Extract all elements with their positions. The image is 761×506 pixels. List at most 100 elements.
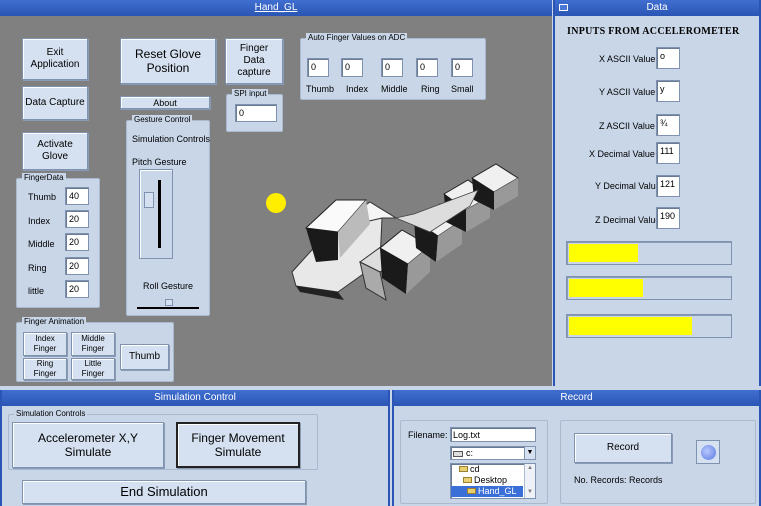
index-finger-button[interactable]: Index Finger [23, 332, 67, 356]
record-titlebar[interactable]: Record [394, 390, 759, 406]
finger-movement-simulate-button[interactable]: Finger Movement Simulate [176, 422, 300, 468]
auto-ring-label: Ring [421, 84, 440, 94]
thumb-button[interactable]: Thumb [120, 344, 169, 370]
finger-animation-group: Finger Animation Index Finger Middle Fin… [16, 317, 174, 382]
folder-open-icon [467, 488, 476, 494]
fd-ring-field[interactable]: 20 [65, 257, 89, 275]
finger-data-capture-button[interactable]: Finger Data capture [225, 38, 283, 84]
x-decimal-field[interactable]: 111 [656, 142, 680, 164]
roll-gesture-slider[interactable] [135, 297, 201, 311]
auto-finger-values-group: Auto Finger Values on ADC 0 Thumb 0 Inde… [300, 33, 486, 100]
fd-middle-field[interactable]: 20 [65, 233, 89, 251]
drive-select[interactable]: c: ▼ [450, 446, 536, 460]
folder-list[interactable]: cd Desktop Hand_GL ▲ ▼ [450, 463, 536, 499]
record-title: Record [560, 392, 593, 403]
y-decimal-field[interactable]: 121 [656, 175, 680, 197]
roll-gesture-label: Roll Gesture [143, 281, 194, 291]
ring-finger-button[interactable]: Ring Finger [23, 358, 67, 380]
fd-thumb-label: Thumb [28, 192, 57, 202]
auto-index-field[interactable]: 0 [341, 58, 363, 77]
gesture-sim-label: Simulation Controls [132, 134, 211, 144]
finger-anim-legend: Finger Animation [22, 317, 87, 327]
scroll-up-icon[interactable]: ▲ [525, 464, 535, 472]
gesture-control-group: Gesture Control Simulation Controls Pitc… [126, 115, 211, 316]
about-button[interactable]: About [120, 96, 210, 109]
spi-input-field[interactable]: 0 [235, 104, 277, 122]
folder-item-hand-gl[interactable]: Hand_GL [451, 486, 523, 497]
x-decimal-label: X Decimal Value [589, 149, 655, 159]
auto-finger-legend: Auto Finger Values on ADC [306, 33, 408, 43]
drive-icon [453, 450, 463, 457]
folder-item-cd[interactable]: cd [451, 464, 535, 475]
fd-index-field[interactable]: 20 [65, 210, 89, 228]
level-bar-x [566, 241, 732, 265]
pitch-slider-thumb[interactable] [144, 192, 154, 208]
roll-slider-thumb[interactable] [165, 299, 173, 306]
main-titlebar[interactable]: Hand_GL [0, 0, 552, 16]
auto-small-field[interactable]: 0 [451, 58, 473, 77]
fd-thumb-field[interactable]: 40 [65, 187, 89, 205]
window-icon [559, 4, 568, 11]
pitch-slider-track [158, 180, 161, 248]
accelerometer-simulate-button[interactable]: Accelerometer X,Y Simulate [12, 422, 164, 468]
fd-little-label: little [28, 286, 45, 296]
records-value: Records [629, 475, 663, 485]
middle-finger-button[interactable]: Middle Finger [71, 332, 115, 356]
record-indicator-light [696, 440, 720, 464]
z-ascii-field[interactable]: ¾ [656, 114, 680, 136]
filename-label: Filename: [408, 430, 448, 440]
folder-label-desktop: Desktop [474, 475, 508, 485]
record-button[interactable]: Record [574, 433, 672, 463]
roll-slider-track [137, 307, 199, 309]
finger-data-legend: FingerData [22, 173, 66, 183]
level-bar-z [566, 314, 732, 338]
main-window: Hand_GL Exit Application Reset Glove Pos… [0, 0, 552, 386]
z-decimal-label: Z Decimal Value [595, 215, 661, 225]
folder-icon [463, 477, 472, 483]
level-bar-y [566, 276, 732, 300]
pitch-gesture-label: Pitch Gesture [132, 157, 187, 167]
indicator-dot [701, 445, 716, 460]
level-fill-z [569, 317, 692, 335]
sim-titlebar[interactable]: Simulation Control [2, 390, 388, 406]
sim-controls-legend: Simulation Controls [14, 409, 88, 419]
sim-title: Simulation Control [154, 392, 236, 403]
gesture-legend: Gesture Control [132, 115, 193, 125]
record-window: Record Filename: Log.txt c: ▼ cd Desktop… [392, 390, 761, 506]
z-decimal-field[interactable]: 190 [656, 207, 680, 229]
folder-list-scrollbar[interactable]: ▲ ▼ [524, 464, 535, 498]
fd-little-field[interactable]: 20 [65, 280, 89, 298]
filename-input[interactable]: Log.txt [450, 427, 536, 442]
fd-ring-label: Ring [28, 263, 47, 273]
data-title: Data [646, 2, 668, 13]
auto-ring-field[interactable]: 0 [416, 58, 438, 77]
folder-label-hand-gl: Hand_GL [478, 486, 517, 496]
exit-application-button[interactable]: Exit Application [22, 38, 88, 80]
little-finger-button[interactable]: Little Finger [71, 358, 115, 380]
auto-middle-label: Middle [381, 84, 408, 94]
activate-glove-button[interactable]: Activate Glove [22, 132, 88, 170]
yellow-ball [266, 193, 286, 213]
fd-middle-label: Middle [28, 239, 55, 249]
data-capture-button[interactable]: Data Capture [22, 86, 88, 120]
scroll-down-icon[interactable]: ▼ [525, 488, 535, 496]
auto-middle-field[interactable]: 0 [381, 58, 403, 77]
chevron-down-icon[interactable]: ▼ [524, 447, 535, 459]
pitch-gesture-slider[interactable] [139, 169, 173, 259]
no-records-label: No. Records: [574, 475, 627, 485]
folder-item-desktop[interactable]: Desktop [451, 475, 535, 486]
y-decimal-label: Y Decimal Value [595, 181, 661, 191]
folder-label-cd: cd [470, 464, 480, 474]
data-titlebar[interactable]: Data [555, 0, 759, 16]
y-ascii-label: Y ASCII Value [599, 87, 656, 97]
main-title: Hand_GL [254, 2, 298, 13]
end-simulation-button[interactable]: End Simulation [22, 480, 306, 504]
y-ascii-field[interactable]: y [656, 80, 680, 102]
x-ascii-field[interactable]: o [656, 47, 680, 69]
auto-thumb-field[interactable]: 0 [307, 58, 329, 77]
accelerometer-heading: INPUTS FROM ACCELEROMETER [567, 26, 740, 37]
auto-thumb-label: Thumb [306, 84, 335, 94]
reset-glove-position-button[interactable]: Reset Glove Position [120, 38, 216, 84]
z-ascii-label: Z ASCII Value [599, 121, 655, 131]
folder-icon [459, 466, 468, 472]
